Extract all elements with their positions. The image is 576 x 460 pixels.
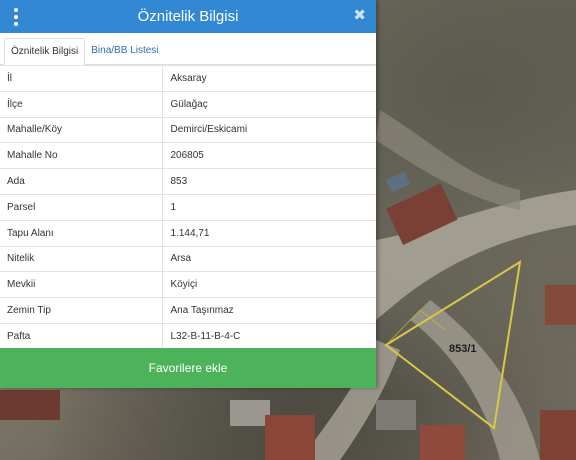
table-row: İlçe Gülağaç xyxy=(0,91,376,118)
attribute-key: Zemin Tip xyxy=(0,297,163,324)
attribute-key: Tapu Alanı xyxy=(0,220,163,247)
building xyxy=(376,400,416,430)
building xyxy=(0,390,60,420)
attribute-key: İlçe xyxy=(0,91,163,118)
table-row: Ada 853 xyxy=(0,168,376,195)
tab-building-list[interactable]: Bina/BB Listesi xyxy=(85,37,164,64)
close-icon[interactable]: ✖ xyxy=(353,7,366,25)
attribute-value: Demirci/Eskicami xyxy=(162,117,376,144)
add-to-favorites-button[interactable]: Favorilere ekle xyxy=(0,348,376,388)
attribute-value: 1 xyxy=(162,194,376,221)
table-row: Mevkii Köyiçi xyxy=(0,271,376,299)
attribute-value: Ana Taşınmaz xyxy=(162,297,376,324)
attribute-key: Mahalle No xyxy=(0,142,163,170)
panel-title: Öznitelik Bilgisi xyxy=(137,8,239,25)
attribute-key: Parsel xyxy=(0,194,163,221)
table-row: Zemin Tip Ana Taşınmaz xyxy=(0,297,376,324)
tab-attribute-info[interactable]: Öznitelik Bilgisi xyxy=(4,38,86,65)
attribute-key: Pafta xyxy=(0,323,163,350)
attribute-panel: Öznitelik Bilgisi ✖ Öznitelik Bilgisi Bi… xyxy=(0,0,376,388)
road xyxy=(376,110,520,210)
attribute-key: Mahalle/Köy xyxy=(0,117,163,144)
attribute-key: Mevkii xyxy=(0,271,163,299)
vertical-dots-icon[interactable] xyxy=(10,7,22,27)
attribute-value: Arsa xyxy=(162,246,376,273)
building xyxy=(540,410,576,460)
table-row: Parsel 1 xyxy=(0,194,376,221)
building xyxy=(420,425,465,460)
attribute-key: İl xyxy=(0,65,163,92)
building xyxy=(265,415,315,460)
attribute-value: 853 xyxy=(162,168,376,195)
attribute-value: Aksaray xyxy=(162,65,376,92)
building xyxy=(385,171,411,193)
attribute-value: Gülağaç xyxy=(162,91,376,118)
panel-header: Öznitelik Bilgisi ✖ xyxy=(0,0,376,33)
table-row: Mahalle/Köy Demirci/Eskicami xyxy=(0,117,376,144)
parcel-label[interactable]: 853/1 xyxy=(449,343,477,355)
building xyxy=(230,400,270,426)
tab-bar: Öznitelik Bilgisi Bina/BB Listesi xyxy=(0,33,376,65)
attribute-value: Köyiçi xyxy=(162,271,376,299)
building xyxy=(545,285,576,325)
table-row: Mahalle No 206805 xyxy=(0,142,376,170)
attribute-key: Ada xyxy=(0,168,163,195)
table-row: Pafta L32-B-11-B-4-C xyxy=(0,323,376,350)
attribute-value: 206805 xyxy=(162,142,376,170)
table-row: Nitelik Arsa xyxy=(0,246,376,273)
attribute-key: Nitelik xyxy=(0,246,163,273)
table-row: Tapu Alanı 1.144,71 xyxy=(0,220,376,247)
attribute-table: İl Aksaray İlçe Gülağaç Mahalle/Köy Demirci… xyxy=(0,65,376,350)
attribute-value: 1.144,71 xyxy=(162,220,376,247)
attribute-value: L32-B-11-B-4-C xyxy=(162,323,376,350)
table-row: İl Aksaray xyxy=(0,65,376,92)
